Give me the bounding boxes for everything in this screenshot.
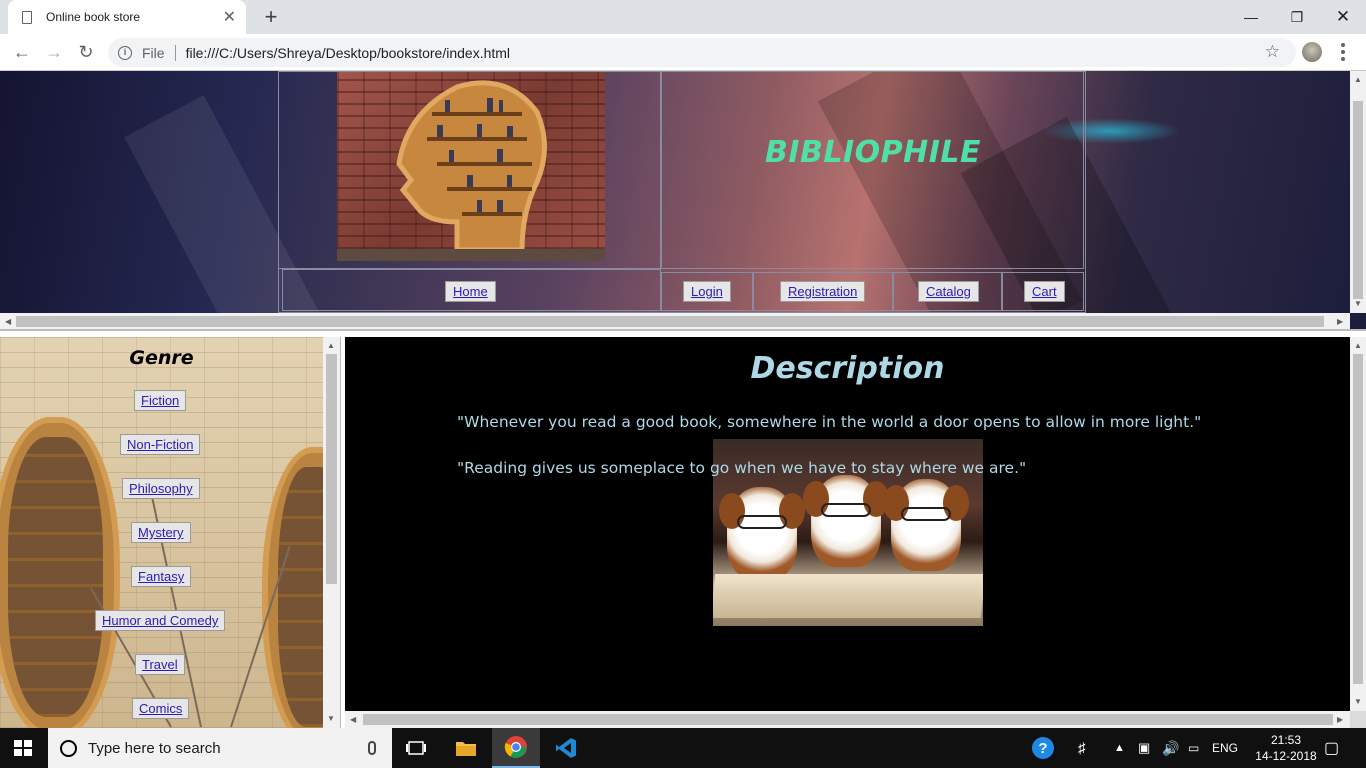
forward-button[interactable]: → <box>40 38 68 66</box>
logo-image <box>337 72 605 261</box>
frame-divider <box>0 329 1366 337</box>
nav-registration-button[interactable]: Registration <box>780 281 866 302</box>
vertical-scrollbar[interactable]: ▲ ▼ <box>323 337 340 728</box>
nav-catalog-button[interactable]: Catalog <box>918 281 979 302</box>
minimize-button[interactable]: — <box>1228 0 1274 34</box>
language-indicator[interactable]: ENG <box>1212 728 1238 768</box>
cortana-icon <box>60 739 77 757</box>
genre-frame: Genre Fiction Non-Fiction Philosophy Mys… <box>0 337 340 728</box>
new-tab-button[interactable]: + <box>258 4 284 30</box>
svg-text:?: ? <box>1038 740 1047 757</box>
horizontal-scrollbar[interactable]: ◀ ▶ <box>0 313 1350 330</box>
clock[interactable]: 21:53 14-12-2018 <box>1250 732 1322 764</box>
clock-date: 14-12-2018 <box>1255 749 1317 763</box>
genre-humor-comedy-button[interactable]: Humor and Comedy <box>95 610 226 631</box>
browser-tab[interactable]: Online book store ✕ <box>8 0 246 34</box>
scroll-left-icon[interactable]: ◀ <box>5 317 11 326</box>
file-explorer-icon[interactable] <box>442 728 490 768</box>
nav-home-button[interactable]: Home <box>445 281 496 302</box>
quote-text: "Whenever you read a good book, somewher… <box>457 413 1202 431</box>
scroll-up-icon[interactable]: ▲ <box>1354 341 1362 350</box>
floor <box>337 249 605 261</box>
puppy <box>719 487 805 579</box>
browser-toolbar: ← → ↻ i File file:///C:/Users/Shreya/Des… <box>0 34 1366 71</box>
description-frame: Description "Whenever you read a good bo… <box>345 337 1366 728</box>
reload-button[interactable]: ↻ <box>72 38 100 66</box>
quote-text: "Reading gives us someplace to go when w… <box>457 459 1027 477</box>
site-title: BIBLIOPHILE <box>764 135 982 170</box>
notifications-icon[interactable]: ▢ <box>1324 728 1339 768</box>
profile-avatar[interactable] <box>1302 42 1322 62</box>
search-placeholder: Type here to search <box>88 739 221 757</box>
tab-title: Online book store <box>46 10 141 24</box>
nav-cart-button[interactable]: Cart <box>1024 281 1065 302</box>
vertical-scrollbar[interactable]: ▲ ▼ <box>1350 71 1366 313</box>
genre-non-fiction-button[interactable]: Non-Fiction <box>120 434 201 455</box>
glasses-icon <box>821 503 871 517</box>
head-bookshelf-icon <box>396 80 547 253</box>
scroll-down-icon[interactable]: ▼ <box>1354 697 1362 706</box>
scroll-left-icon[interactable]: ◀ <box>350 715 356 724</box>
battery-icon[interactable]: ▭ <box>1188 728 1199 768</box>
scroll-down-icon[interactable]: ▼ <box>327 714 335 723</box>
horizontal-scrollbar[interactable]: ◀ ▶ <box>345 711 1350 728</box>
puppy <box>803 475 889 567</box>
browser-menu-icon[interactable] <box>1336 40 1350 64</box>
description-heading: Description <box>750 351 945 386</box>
chevron-up-icon[interactable]: ▲ <box>1114 728 1125 768</box>
vscode-icon[interactable] <box>542 728 590 768</box>
windows-start-icon[interactable] <box>14 740 32 756</box>
restore-button[interactable]: ❐ <box>1274 0 1320 34</box>
volume-icon[interactable]: 🔊 <box>1162 728 1179 768</box>
scrollbar-thumb[interactable] <box>1353 101 1363 299</box>
taskbar-search[interactable]: Type here to search <box>48 728 392 768</box>
file-label: File <box>142 44 165 61</box>
back-button[interactable]: ← <box>8 38 36 66</box>
genre-fiction-button[interactable]: Fiction <box>134 390 187 411</box>
address-bar[interactable]: i File file:///C:/Users/Shreya/Desktop/b… <box>108 38 1296 67</box>
glasses-icon <box>737 515 787 529</box>
scrollbar-thumb[interactable] <box>1353 354 1363 684</box>
scrollbar-thumb[interactable] <box>16 316 1324 327</box>
nav-login-button[interactable]: Login <box>683 281 731 302</box>
scrollbar-thumb[interactable] <box>326 354 337 584</box>
info-icon[interactable]: i <box>118 45 132 60</box>
header-frame: BIBLIOPHILE Home Login Registration Cata… <box>0 71 1366 333</box>
microphone-icon[interactable] <box>368 741 376 755</box>
scroll-up-icon[interactable]: ▲ <box>1354 75 1362 84</box>
chrome-icon[interactable] <box>492 728 540 768</box>
url-text[interactable]: file:///C:/Users/Shreya/Desktop/bookstor… <box>186 45 510 61</box>
close-window-button[interactable]: ✕ <box>1320 0 1366 34</box>
genre-heading: Genre <box>129 347 194 369</box>
bookshelf-decoration <box>8 437 103 717</box>
people-icon[interactable]: ♯ <box>1078 728 1086 768</box>
scroll-up-icon[interactable]: ▲ <box>327 341 335 350</box>
scroll-right-icon[interactable]: ▶ <box>1337 715 1343 724</box>
glasses-icon <box>901 507 951 521</box>
bookmark-star-icon[interactable]: ☆ <box>1265 42 1280 62</box>
divider <box>174 44 176 61</box>
close-tab-icon[interactable]: ✕ <box>223 7 236 27</box>
scrollbar-thumb[interactable] <box>363 714 1333 725</box>
vertical-scrollbar[interactable]: ▲ ▼ <box>1350 337 1366 711</box>
genre-mystery-button[interactable]: Mystery <box>131 522 191 543</box>
genre-philosophy-button[interactable]: Philosophy <box>122 478 200 499</box>
puppy <box>883 479 969 571</box>
tab-strip: Online book store ✕ + — ❐ ✕ <box>0 0 1366 34</box>
title-cell <box>661 71 1084 269</box>
document-icon <box>22 10 32 24</box>
clock-time: 21:53 <box>1270 733 1302 747</box>
genre-travel-button[interactable]: Travel <box>135 654 185 675</box>
scroll-right-icon[interactable]: ▶ <box>1337 317 1343 326</box>
open-book <box>713 574 983 618</box>
scroll-down-icon[interactable]: ▼ <box>1354 299 1362 308</box>
taskbar: Type here to search ? ♯ ▲ ▣ 🔊 ▭ ENG 21:5… <box>0 728 1366 768</box>
genre-fantasy-button[interactable]: Fantasy <box>131 566 192 587</box>
network-icon[interactable]: ▣ <box>1138 728 1150 768</box>
help-icon[interactable]: ? <box>1031 728 1055 768</box>
task-view-icon[interactable] <box>392 728 440 768</box>
scrollbar-corner <box>1350 711 1366 728</box>
genre-comics-button[interactable]: Comics <box>132 698 190 719</box>
